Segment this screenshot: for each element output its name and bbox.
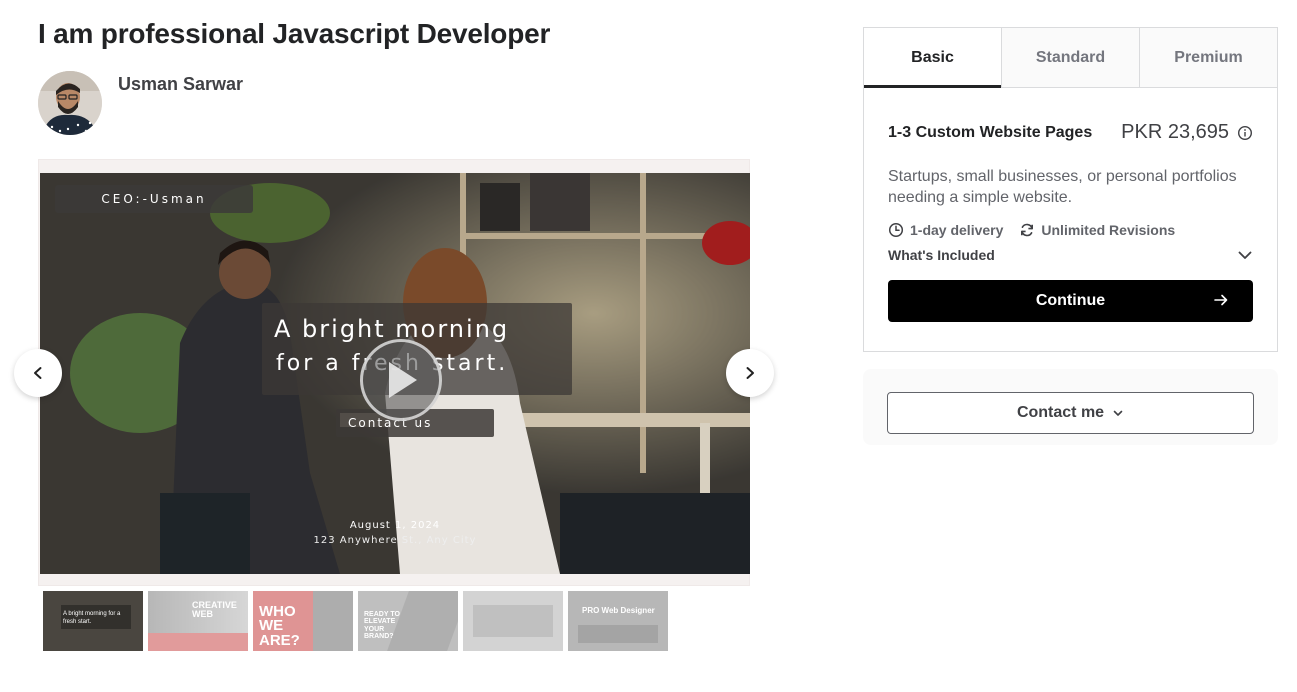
thumbnail-2-text: CREATIVE WEB bbox=[192, 600, 237, 619]
info-icon[interactable] bbox=[1237, 125, 1253, 141]
package-panel: Basic Standard Premium 1-3 Custom Websit… bbox=[863, 27, 1278, 352]
play-icon bbox=[389, 362, 417, 398]
thumbnail-3[interactable]: WHO WE ARE? bbox=[253, 591, 353, 651]
ceo-badge: CEO:-Usman bbox=[55, 185, 253, 213]
refresh-icon bbox=[1021, 223, 1034, 237]
revisions: Unlimited Revisions bbox=[1019, 222, 1175, 238]
tab-premium[interactable]: Premium bbox=[1139, 28, 1277, 87]
clock-icon bbox=[888, 222, 904, 238]
gallery-video-slide[interactable]: CEO:-Usman A bright morning for a fresh … bbox=[40, 173, 750, 574]
delivery-time: 1-day delivery bbox=[888, 222, 1003, 238]
gallery-next-button[interactable] bbox=[726, 349, 774, 397]
thumbnail-4[interactable]: READY TO ELEVATE YOUR BRAND? bbox=[358, 591, 458, 651]
whats-included-toggle[interactable]: What's Included bbox=[888, 247, 1253, 263]
seller-overview: Usman Sarwar bbox=[38, 71, 243, 135]
thumbnail-2[interactable]: CREATIVE WEB bbox=[148, 591, 248, 651]
contact-section: Contact me bbox=[863, 369, 1278, 445]
revisions-label: Unlimited Revisions bbox=[1041, 222, 1176, 238]
chevron-left-icon bbox=[34, 367, 42, 379]
tab-standard[interactable]: Standard bbox=[1001, 28, 1139, 87]
continue-label: Continue bbox=[1035, 292, 1106, 309]
delivery-label: 1-day delivery bbox=[910, 222, 1004, 238]
continue-button[interactable]: Continue bbox=[888, 280, 1253, 322]
arrow-right-icon bbox=[1214, 294, 1228, 306]
contact-me-button[interactable]: Contact me bbox=[887, 392, 1254, 434]
thumbnail-6[interactable]: PRO Web Designer bbox=[568, 591, 668, 651]
thumbnail-1-text: A bright morning for a fresh start. bbox=[63, 611, 121, 625]
package-meta: 1-day delivery Unlimited Revisions bbox=[888, 222, 1253, 238]
package-description: Startups, small businesses, or personal … bbox=[888, 168, 1237, 206]
ceo-badge-text: CEO:-Usman bbox=[101, 192, 207, 206]
slide-address: 123 Anywhere St., Any City bbox=[313, 535, 477, 546]
thumbnail-3-text: WHO WE ARE? bbox=[259, 603, 300, 649]
gig-title: I am professional Javascript Developer bbox=[38, 18, 551, 49]
seller-name[interactable]: Usman Sarwar bbox=[118, 74, 243, 135]
package-price: PKR 23,695 bbox=[1121, 121, 1229, 143]
thumbnail-6-text: PRO Web Designer bbox=[582, 606, 655, 615]
slide-date: August 1, 2024 bbox=[349, 520, 441, 531]
chevron-right-icon bbox=[746, 367, 754, 379]
gallery-thumbnails: A bright morning for a fresh start. CREA… bbox=[43, 591, 668, 651]
thumbnail-4-text: READY TO ELEVATE YOUR BRAND? bbox=[364, 611, 400, 641]
gig-gallery: CEO:-Usman A bright morning for a fresh … bbox=[38, 159, 750, 586]
package-header: 1-3 Custom Website Pages PKR 23,695 bbox=[888, 121, 1253, 144]
contact-me-label: Contact me bbox=[1016, 404, 1105, 421]
package-content: 1-3 Custom Website Pages PKR 23,695 Star… bbox=[864, 121, 1277, 322]
avatar-image bbox=[38, 71, 102, 135]
package-price-wrap: PKR 23,695 bbox=[1121, 121, 1253, 144]
slide-headline-1: A bright morning bbox=[274, 315, 510, 343]
chevron-down-icon bbox=[1113, 410, 1123, 416]
whats-included-label: What's Included bbox=[888, 247, 995, 263]
play-button[interactable] bbox=[360, 339, 442, 421]
seller-avatar[interactable] bbox=[38, 71, 102, 135]
chevron-down-icon bbox=[1238, 251, 1252, 259]
thumbnail-1[interactable]: A bright morning for a fresh start. bbox=[43, 591, 143, 651]
package-tabs: Basic Standard Premium bbox=[864, 28, 1277, 88]
gallery-prev-button[interactable] bbox=[14, 349, 62, 397]
tab-basic[interactable]: Basic bbox=[864, 28, 1001, 88]
package-name: 1-3 Custom Website Pages bbox=[888, 123, 1093, 141]
thumbnail-5[interactable] bbox=[463, 591, 563, 651]
